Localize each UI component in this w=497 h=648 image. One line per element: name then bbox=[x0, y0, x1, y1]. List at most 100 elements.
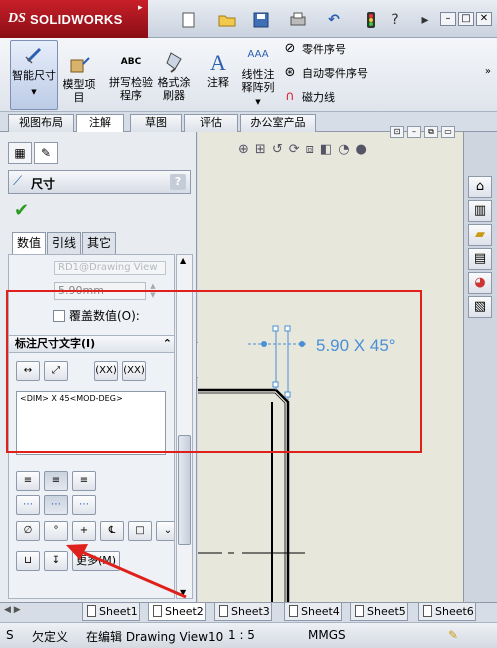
degree-symbol-button[interactable]: ° bbox=[44, 521, 68, 541]
app-brand: SOLIDWORKS bbox=[30, 12, 123, 27]
sheet-tab-label: Sheet4 bbox=[301, 605, 340, 618]
status-s: S bbox=[6, 628, 14, 642]
plus-minus-symbol-button[interactable]: + bbox=[72, 521, 96, 541]
tab-annotation[interactable]: 注解 bbox=[76, 114, 124, 133]
property-manager-header: ⟋ 尺寸 ? bbox=[8, 170, 191, 194]
task-pane: ⌂ ▥ ▰ ▤ ◕ ▧ bbox=[463, 132, 497, 602]
auto-balloon-button[interactable]: ⊛ 自动零件序号 bbox=[282, 65, 368, 81]
note-label: 注释 bbox=[207, 76, 229, 89]
custom-properties-icon[interactable]: ▧ bbox=[468, 296, 492, 318]
open-folder-icon[interactable] bbox=[216, 11, 238, 29]
magnetic-line-button[interactable]: ∩ 磁力线 bbox=[282, 89, 335, 105]
vertical-align-buttons: ⋯ ⋯ ⋯ bbox=[16, 495, 96, 515]
solidworks-logo[interactable]: DS SOLIDWORKS ▸ bbox=[0, 0, 148, 38]
counterbore-symbol-icon[interactable]: ⊔ bbox=[16, 551, 40, 571]
sheet-tab-2[interactable]: Sheet2 bbox=[148, 603, 206, 621]
sheet-tab-1[interactable]: Sheet1 bbox=[82, 603, 140, 621]
design-library-icon[interactable]: ▥ bbox=[468, 200, 492, 222]
tab-office-products[interactable]: 办公室产品 bbox=[240, 114, 316, 132]
status-bar: S 欠定义 在编辑 Drawing View10 1 : 5 MMGS ✎ bbox=[0, 622, 497, 648]
scroll-up-icon[interactable]: ▲ bbox=[180, 256, 186, 265]
status-tag-icon[interactable]: ✎ bbox=[448, 628, 458, 642]
select-icon[interactable]: ▸ bbox=[416, 11, 434, 29]
model-items-button[interactable]: 模型项目 bbox=[62, 52, 98, 104]
dimension-sub-tabs: 数值 引线 其它 bbox=[12, 232, 117, 254]
linear-note-pattern-label: 线性注释阵列 bbox=[241, 68, 275, 94]
model-items-label: 模型项目 bbox=[62, 78, 96, 104]
minimize-button[interactable]: – bbox=[440, 12, 456, 26]
menu-arrow-icon[interactable]: ▸ bbox=[138, 3, 143, 13]
help-button[interactable]: ? bbox=[170, 174, 186, 190]
ds-logo-icon: DS bbox=[8, 11, 26, 26]
tab-sketch[interactable]: 草图 bbox=[130, 114, 182, 132]
more-row: ⊔ ↧ 更多(M) bbox=[16, 551, 120, 571]
pattern-dropdown-icon[interactable]: ▼ bbox=[238, 96, 278, 109]
print-icon[interactable] bbox=[286, 11, 310, 29]
align-left-icon[interactable]: ≡ bbox=[16, 471, 40, 491]
spell-check-icon: ABC bbox=[120, 56, 142, 67]
auto-balloon-label: 自动零件序号 bbox=[302, 67, 368, 80]
view-palette-icon[interactable]: ▤ bbox=[468, 248, 492, 270]
square-symbol-icon[interactable]: □ bbox=[128, 521, 152, 541]
scroll-down-icon[interactable]: ▼ bbox=[180, 588, 186, 597]
note-button[interactable]: A 注释 bbox=[203, 50, 233, 89]
tab-leaders[interactable]: 引线 bbox=[47, 232, 82, 254]
appearances-icon[interactable]: ◕ bbox=[468, 272, 492, 294]
spell-check-button[interactable]: ABC 拼写检验程序 bbox=[108, 50, 154, 103]
sheet-tab-label: Sheet6 bbox=[435, 605, 474, 618]
align-center-icon[interactable]: ≡ bbox=[44, 471, 68, 491]
sheet-doc-icon bbox=[219, 605, 228, 617]
more-symbols-dropdown-icon[interactable]: ⌄ bbox=[156, 521, 174, 541]
sheet-doc-icon bbox=[153, 605, 162, 617]
undo-icon[interactable]: ↶ bbox=[322, 11, 346, 29]
align-middle-icon[interactable]: ⋯ bbox=[44, 495, 68, 515]
home-icon[interactable]: ⌂ bbox=[468, 176, 492, 198]
balloon-button[interactable]: ⊘ 零件序号 bbox=[282, 41, 346, 57]
sheet-tab-label: Sheet5 bbox=[367, 605, 406, 618]
tab-evaluate[interactable]: 评估 bbox=[184, 114, 238, 132]
magnet-icon: ∩ bbox=[285, 89, 295, 104]
sheet-tab-label: Sheet1 bbox=[99, 605, 138, 618]
sheet-nav-icon[interactable]: ◀ ▶ bbox=[4, 605, 21, 615]
feature-tree-tab-icon[interactable]: ▦ bbox=[8, 142, 32, 164]
diameter-symbol-button[interactable]: ∅ bbox=[16, 521, 40, 541]
highlight-box bbox=[6, 290, 422, 453]
save-icon[interactable] bbox=[250, 11, 272, 29]
dropdown-arrow-icon[interactable]: ▼ bbox=[11, 86, 57, 99]
more-button[interactable]: 更多(M) bbox=[72, 551, 120, 571]
sheet-tab-4[interactable]: Sheet4 bbox=[284, 603, 342, 621]
linear-note-pattern-button[interactable]: AAA 线性注释阵列 ▼ bbox=[238, 42, 278, 109]
rebuild-icon[interactable] bbox=[362, 11, 380, 29]
sheet-tab-5[interactable]: Sheet5 bbox=[350, 603, 408, 621]
help-icon[interactable]: ? bbox=[386, 11, 404, 29]
status-units[interactable]: MMGS bbox=[308, 628, 346, 642]
status-scale: 1 : 5 bbox=[228, 628, 255, 642]
balloon-label: 零件序号 bbox=[302, 43, 346, 56]
align-bottom-icon[interactable]: ⋯ bbox=[72, 495, 96, 515]
ribbon-expand-icon[interactable]: » bbox=[485, 66, 491, 77]
centerline-symbol-icon[interactable]: ℄ bbox=[100, 521, 124, 541]
smart-dimension-button[interactable]: 智能尺寸 ▼ bbox=[10, 40, 58, 110]
ok-check-icon[interactable]: ✔ bbox=[14, 200, 29, 221]
close-button[interactable]: ✕ bbox=[476, 12, 492, 26]
align-top-icon[interactable]: ⋯ bbox=[16, 495, 40, 515]
magnetic-line-label: 磁力线 bbox=[302, 91, 335, 104]
new-file-icon[interactable] bbox=[180, 11, 198, 29]
sheet-doc-icon bbox=[289, 605, 298, 617]
sheet-tabs-bar: ◀ ▶ Sheet1 Sheet2 Sheet3 Sheet4 Sheet5 S… bbox=[0, 602, 497, 622]
sheet-tab-3[interactable]: Sheet3 bbox=[214, 603, 272, 621]
property-manager-tab-icon[interactable]: ✎ bbox=[34, 142, 58, 164]
spell-check-label: 拼写检验程序 bbox=[109, 76, 153, 102]
tab-value[interactable]: 数值 bbox=[12, 232, 47, 254]
sheet-tab-6[interactable]: Sheet6 bbox=[418, 603, 476, 621]
tab-view-layout[interactable]: 视图布局 bbox=[8, 114, 74, 132]
file-explorer-icon[interactable]: ▰ bbox=[468, 224, 492, 246]
restore-button[interactable]: □ bbox=[458, 12, 474, 26]
depth-symbol-icon[interactable]: ↧ bbox=[44, 551, 68, 571]
sheet-doc-icon bbox=[87, 605, 96, 617]
align-right-icon[interactable]: ≡ bbox=[72, 471, 96, 491]
sheet-tab-label: Sheet2 bbox=[165, 605, 204, 618]
auto-balloon-icon: ⊛ bbox=[284, 65, 296, 80]
format-painter-button[interactable]: 格式涂刷器 bbox=[155, 50, 195, 102]
tab-other[interactable]: 其它 bbox=[82, 232, 117, 254]
